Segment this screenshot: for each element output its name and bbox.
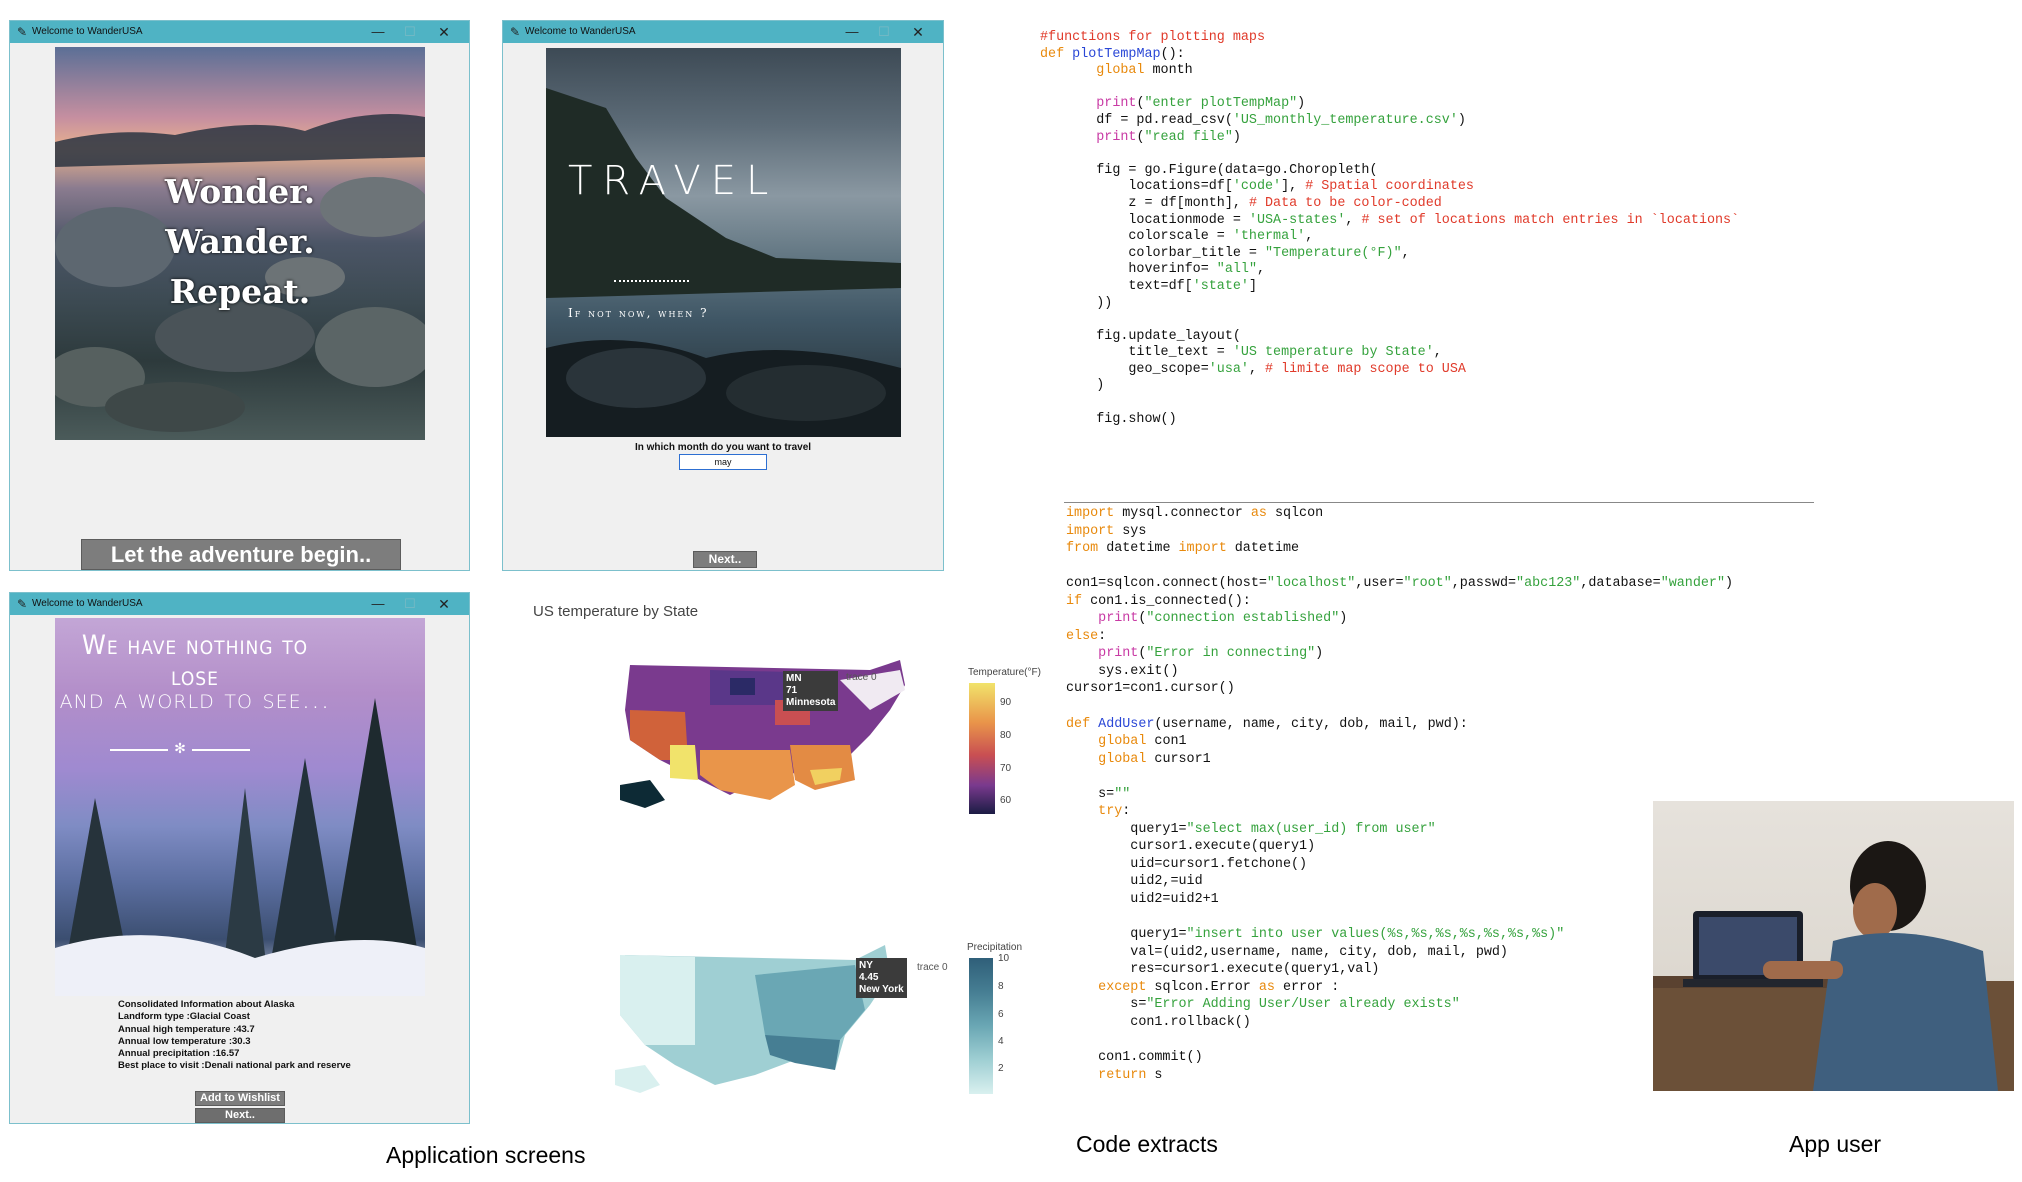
poster-coast-image: TRAVEL If not now, when ? (546, 48, 901, 437)
close-button[interactable]: ✕ (903, 21, 933, 43)
poster-lake-image: Wonder. Wander. Repeat. (55, 47, 425, 440)
maximize-button[interactable]: ☐ (869, 21, 899, 43)
next-button[interactable]: Next.. (195, 1108, 285, 1123)
precipitation-choropleth-map (615, 945, 890, 1093)
tooltip-value: 71 (786, 685, 798, 696)
info-line: Annual high temperature :43.7 (118, 1023, 255, 1035)
close-button[interactable]: ✕ (429, 593, 459, 615)
month-prompt: In which month do you want to travel (634, 442, 812, 453)
month-input[interactable]: may (679, 454, 767, 470)
caption-application-screens: Application screens (386, 1142, 586, 1168)
title-bar[interactable]: ✎ Welcome to WanderUSA — ☐ ✕ (10, 593, 469, 615)
person-at-laptop-illustration (1653, 841, 2014, 1091)
poster-line: Repeat. (169, 272, 311, 311)
add-to-wishlist-button[interactable]: Add to Wishlist (195, 1091, 285, 1106)
window-title: Welcome to WanderUSA (32, 598, 143, 609)
colorbar-tick: 60 (1000, 795, 1012, 806)
map-tooltip: MN 71 Minnesota (783, 671, 839, 711)
window-title: Welcome to WanderUSA (32, 26, 143, 37)
minimize-button[interactable]: — (837, 21, 867, 43)
dotted-divider (614, 280, 689, 282)
close-button[interactable]: ✕ (429, 21, 459, 43)
begin-adventure-button[interactable]: Let the adventure begin.. (81, 539, 401, 570)
poster-line: and a world to see... (59, 684, 331, 715)
maximize-button[interactable]: ☐ (395, 593, 425, 615)
state-info-block: Consolidated Information about Alaska La… (118, 999, 351, 1073)
colorbar-tick: 6 (998, 1009, 1004, 1020)
colorbar-tick: 2 (998, 1063, 1004, 1074)
colorbar-tick: 10 (998, 953, 1010, 964)
code-extract-plot: #functions for plotting maps def plotTem… (1040, 30, 1740, 427)
caption-code-extracts: Code extracts (1076, 1131, 1218, 1157)
tooltip-name: Minnesota (786, 697, 836, 708)
poster-text: Wonder. Wander. Repeat. (55, 167, 425, 317)
poster-alaska-image: We have nothing to lose and a world to s… (55, 618, 425, 996)
info-line: Consolidated Information about Alaska (118, 999, 295, 1010)
next-button[interactable]: Next.. (693, 551, 757, 568)
minimize-button[interactable]: — (363, 593, 393, 615)
tooltip-code: NY (859, 960, 873, 971)
maximize-button[interactable]: ☐ (395, 21, 425, 43)
tooltip-name: New York (859, 984, 904, 995)
info-line: Annual low temperature :30.3 (118, 1035, 251, 1047)
trace-label: trace 0 (846, 672, 877, 683)
poster-line: Wonder. (164, 172, 316, 211)
poster-line: Wander. (165, 222, 315, 261)
code-extract-db: import mysql.connector as sqlcon import … (1066, 506, 1734, 1083)
poster-line: We have nothing to lose (81, 630, 309, 692)
title-bar[interactable]: ✎ Welcome to WanderUSA — ☐ ✕ (10, 21, 469, 43)
minimize-button[interactable]: — (363, 21, 393, 43)
tooltip-code: MN (786, 673, 802, 684)
tooltip-value: 4.45 (859, 972, 879, 983)
feather-icon: ✎ (510, 25, 521, 39)
window-welcome: ✎ Welcome to WanderUSA — ☐ ✕ Wonder. Wan… (9, 20, 470, 571)
trace-label: trace 0 (917, 962, 948, 973)
feather-icon: ✎ (17, 597, 28, 611)
poster-subtitle: If not now, when ? (568, 306, 709, 320)
colorbar-title: Precipitation (967, 942, 1023, 953)
map-temperature-title: US temperature by State (533, 603, 699, 620)
feather-icon: ✎ (17, 25, 28, 39)
map-tooltip: NY 4.45 New York (856, 958, 907, 998)
caption-app-user: App user (1789, 1131, 1882, 1157)
colorbar-tick: 70 (1000, 763, 1012, 774)
precipitation-colorbar (969, 958, 993, 1094)
window-title: Welcome to WanderUSA (525, 26, 636, 37)
info-line: Landform type :Glacial Coast (118, 1011, 250, 1023)
app-user-photo (1653, 801, 2014, 1091)
cliff-illustration (546, 88, 901, 437)
info-line: Best place to visit :Denali national par… (118, 1060, 351, 1072)
colorbar-tick: 90 (1000, 697, 1012, 708)
colorbar-tick: 8 (998, 981, 1004, 992)
ornament-divider: ✻ (110, 740, 250, 757)
window-month-select: ✎ Welcome to WanderUSA — ☐ ✕ TRAVEL If n… (502, 20, 944, 571)
colorbar-title: Temperature(°F) (968, 667, 1041, 678)
title-bar[interactable]: ✎ Welcome to WanderUSA — ☐ ✕ (503, 21, 943, 43)
temperature-colorbar (969, 683, 995, 814)
info-line: Annual precipitation :16.57 (118, 1048, 240, 1060)
window-state-info: ✎ Welcome to WanderUSA — ☐ ✕ We have not… (9, 592, 470, 1124)
colorbar-tick: 4 (998, 1036, 1004, 1047)
poster-title: TRAVEL (568, 158, 779, 204)
code-divider (1064, 502, 1814, 503)
colorbar-tick: 80 (1000, 730, 1012, 741)
